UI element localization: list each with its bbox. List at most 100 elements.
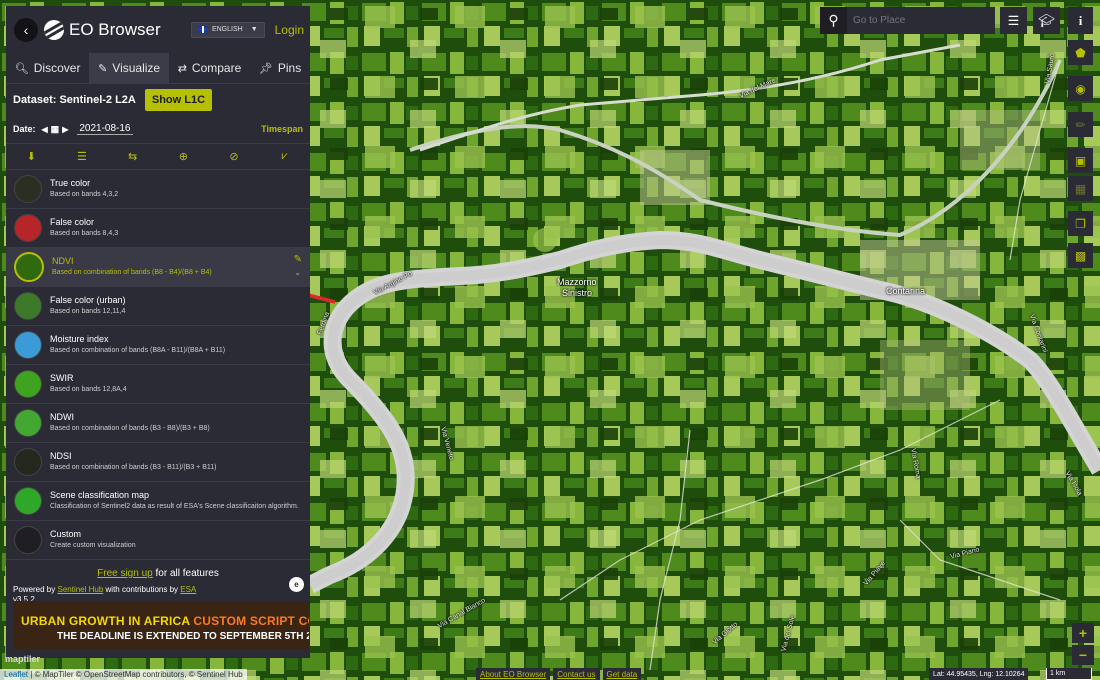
zoom-out-button[interactable]: −: [1072, 645, 1094, 665]
theme-toggle-icon[interactable]: e: [289, 577, 304, 592]
search-icon[interactable]: ⚲: [820, 7, 847, 34]
attribution-text: | © MapTiler © OpenStreetMap contributor…: [30, 670, 243, 679]
download-image-button[interactable]: ▣: [1068, 148, 1093, 173]
get-data-link[interactable]: Get data: [602, 668, 642, 680]
visualization-name: NDVI: [52, 256, 74, 266]
visualization-item[interactable]: Custom Create custom visualization: [6, 521, 310, 560]
visualization-text: NDSI Based on combination of bands (B3 - …: [50, 451, 216, 473]
visualization-thumbnail: [14, 175, 42, 203]
3d-view-button[interactable]: ❐: [1068, 211, 1093, 236]
contest-banner[interactable]: URBAN GROWTH IN AFRICA CUSTOM SCRIPT CON…: [13, 601, 309, 649]
prev-date-icon[interactable]: ◀: [42, 125, 48, 134]
map-label-contarina: Contarina: [886, 286, 926, 296]
visualization-thumbnail: [14, 409, 42, 437]
visualization-item[interactable]: NDSI Based on combination of bands (B3 - …: [6, 443, 310, 482]
visualization-item[interactable]: True color Based on bands 4,3,2: [6, 170, 310, 209]
visualization-thumbnail: [14, 214, 42, 242]
maptiler-logo: maptiler: [5, 654, 40, 664]
sentinel-hub-link[interactable]: Sentinel Hub: [57, 585, 103, 594]
tab-label: Visualize: [112, 61, 161, 75]
visualization-name: NDSI: [50, 451, 72, 461]
timelapse-button[interactable]: ▦: [1068, 176, 1093, 201]
powered-mid: with contributions by: [105, 585, 179, 594]
tab-discover[interactable]: 🔍︎ Discover: [6, 53, 89, 83]
tutorial-button[interactable]: 🎓︎: [1033, 7, 1060, 34]
panel-footer: Free sign up for all features Powered by…: [6, 560, 310, 604]
visualization-item[interactable]: Moisture index Based on combination of ba…: [6, 326, 310, 365]
login-link[interactable]: Login: [275, 23, 304, 37]
scale-bar: 1 km: [1046, 668, 1092, 680]
visualization-description: Based on bands 12,8A,4: [50, 386, 127, 393]
maptiler-logo-text: maptiler: [5, 654, 41, 664]
measure-button[interactable]: ✏: [1068, 112, 1093, 137]
map-label-sinistro: Sinistro: [562, 288, 593, 298]
contact-link[interactable]: Contact us: [553, 668, 600, 680]
visualization-item[interactable]: False color (urban) Based on bands 12,11,…: [6, 287, 310, 326]
visualization-name: Moisture index: [50, 334, 109, 344]
caret-down-icon: ▼: [250, 26, 258, 33]
timespan-toggle[interactable]: Timespan: [261, 124, 303, 134]
banner-subline: THE DEADLINE IS EXTENDED TO SEPTEMBER 5T…: [57, 631, 309, 642]
pentagon-icon: ⬟: [1075, 45, 1086, 60]
next-date-icon[interactable]: ▶: [62, 125, 68, 134]
info-icon: i: [1078, 12, 1083, 28]
graduation-cap-icon: 🎓︎: [1038, 12, 1055, 28]
edit-icon[interactable]: ✎: [294, 254, 302, 265]
visualization-description: Based on combination of bands (B3 - B11)…: [50, 464, 217, 471]
visualization-text: NDVI Based on combination of bands (B8 - …: [52, 256, 212, 278]
draw-polygon-button[interactable]: ⬟: [1068, 40, 1093, 65]
sliders-icon[interactable]: ☰: [72, 150, 92, 163]
esa-link[interactable]: ESA: [180, 585, 196, 594]
visualization-item[interactable]: Scene classification map Classification o…: [6, 482, 310, 521]
layers-button[interactable]: ☰: [1000, 7, 1027, 34]
tab-pins[interactable]: 📌︎ Pins: [250, 53, 310, 83]
visualization-description: Based on combination of bands (B8 - B4)/…: [52, 269, 212, 276]
info-button[interactable]: i: [1068, 7, 1093, 34]
search-input[interactable]: [851, 14, 985, 27]
tab-label: Discover: [33, 61, 81, 75]
visualization-description: Based on bands 4,3,2: [50, 191, 119, 198]
layers-icon: ☰: [1007, 12, 1020, 28]
about-link[interactable]: About EO Browser: [476, 668, 551, 680]
pin-icon[interactable]: ⬇: [21, 150, 41, 163]
powered-prefix: Powered by: [13, 585, 56, 594]
tab-visualize[interactable]: ✎ Visualize: [89, 53, 169, 83]
language-label: ENGLISH: [211, 26, 243, 33]
banner-headline-part2: CUSTOM SCRIPT CONTEST: [193, 614, 309, 628]
visualization-text: SWIR Based on bands 12,8A,4: [50, 373, 127, 395]
place-marker-button[interactable]: ◉: [1068, 76, 1093, 101]
swap-icon[interactable]: ⇆: [123, 150, 143, 163]
cursor-coordinates: Lat: 44.95435, Lng: 12.10264: [929, 668, 1029, 680]
date-input[interactable]: 2021-08-16: [77, 123, 133, 135]
calendar-icon[interactable]: ▦: [51, 124, 60, 135]
image-download-icon: ▣: [1074, 153, 1087, 168]
visualization-item[interactable]: False color Based on bands 8,4,3: [6, 209, 310, 248]
visualization-name: False color (urban): [50, 295, 126, 305]
language-selector[interactable]: ENGLISH ▼: [190, 21, 265, 38]
visualization-description: Based on combination of bands (B8A - B11…: [50, 347, 226, 354]
crosshair-icon[interactable]: ⊕: [173, 150, 193, 163]
leaflet-link[interactable]: Leaflet: [4, 670, 28, 679]
uk-flag-icon: [197, 26, 208, 33]
plus-icon: +: [1078, 625, 1088, 641]
tab-label: Compare: [191, 61, 242, 75]
free-signup-link[interactable]: Free sign up: [97, 568, 153, 579]
signup-row: Free sign up for all features: [13, 568, 303, 579]
zoom-in-button[interactable]: +: [1072, 623, 1094, 643]
expand-icon[interactable]: ⌄: [294, 268, 301, 277]
visualization-item[interactable]: NDWI Based on combination of bands (B3 - …: [6, 404, 310, 443]
show-l1c-button[interactable]: Show L1C: [144, 88, 213, 111]
visualization-item[interactable]: NDVI Based on combination of bands (B8 - …: [6, 248, 310, 287]
ruler-icon: ✏: [1075, 117, 1086, 132]
minus-icon: −: [1078, 647, 1088, 663]
tab-label: Pins: [277, 61, 302, 75]
statistics-button[interactable]: ▩: [1068, 243, 1093, 268]
dataset-row: Dataset: Sentinel-2 L2A Show L1C: [6, 84, 310, 115]
tab-compare[interactable]: ⇄ Compare: [169, 53, 250, 83]
visualization-description: Create custom visualization: [50, 542, 136, 549]
eye-off-icon[interactable]: ⊘: [224, 150, 244, 163]
share-icon[interactable]: ⩗: [275, 150, 295, 163]
visualization-item[interactable]: SWIR Based on bands 12,8A,4: [6, 365, 310, 404]
collapse-panel-button[interactable]: ‹: [14, 17, 38, 42]
brush-icon: ✎: [98, 62, 108, 75]
